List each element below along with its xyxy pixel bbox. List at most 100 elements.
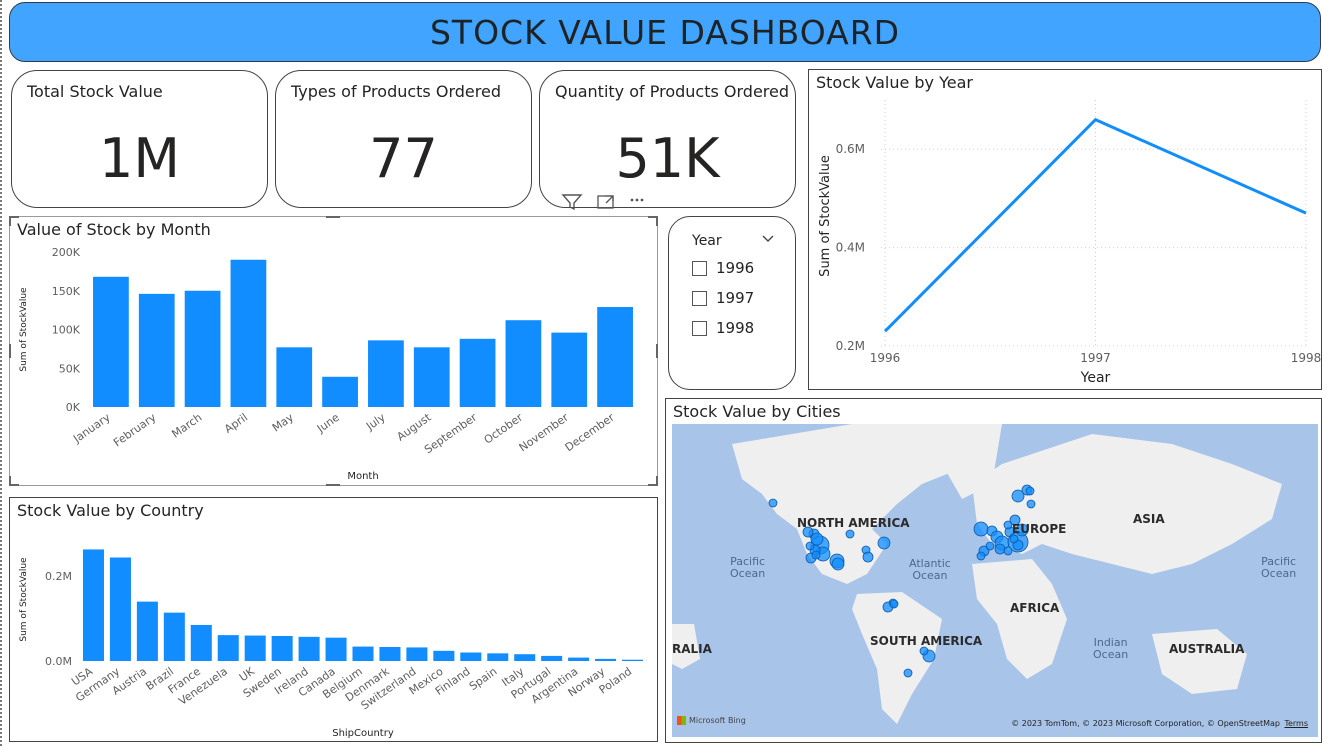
series-line: [883, 117, 1307, 333]
city-bubble-map[interactable]: NORTH AMERICA EUROPE ASIA AFRICA SOUTH A…: [672, 424, 1318, 737]
x-axis-title: Year: [1080, 370, 1111, 386]
x-tick-label: Spain: [467, 665, 500, 693]
y-tick-label: 0.6M: [836, 142, 865, 156]
card-value: 51K: [615, 127, 720, 190]
bar-venezuela: [217, 635, 239, 661]
bar-portugal: [541, 655, 563, 661]
bar-brazil: [163, 612, 185, 661]
card-total-stock-value[interactable]: Total Stock Value 1M: [11, 70, 268, 208]
city-bubble[interactable]: [845, 529, 855, 539]
bar-sweden: [271, 635, 293, 661]
map-label-australia-partial: RALIA: [672, 642, 712, 656]
checkbox[interactable]: [692, 260, 707, 276]
bar-france: [190, 624, 212, 661]
city-bubble[interactable]: [985, 541, 995, 551]
resize-handle[interactable]: [656, 476, 658, 486]
checkbox[interactable]: [692, 290, 707, 306]
card-types-of-products[interactable]: Types of Products Ordered 77: [275, 70, 532, 208]
bar-spain: [487, 653, 509, 661]
map-attribution: © 2023 TomTom, © 2023 Microsoft Corporat…: [1011, 719, 1280, 728]
card-label: Types of Products Ordered: [291, 82, 501, 101]
bar-january: [93, 276, 129, 407]
bar-usa: [82, 549, 104, 661]
card-label: Total Stock Value: [27, 82, 163, 101]
slicer-item-1996[interactable]: 1996: [692, 259, 754, 277]
map-label-atlantic: Atlantic Ocean: [909, 557, 951, 582]
map-label-pacific-east: Pacific Ocean: [1261, 555, 1297, 580]
resize-handle[interactable]: [326, 484, 340, 486]
city-bubble[interactable]: [889, 599, 899, 609]
panel-stock-by-year[interactable]: Stock Value by Year 0.2M 0.4M 0.6M 1996 1997…: [808, 69, 1322, 390]
bar-belgium: [352, 646, 374, 661]
resize-handle[interactable]: [9, 216, 11, 226]
world-map: [672, 424, 1282, 724]
slicer-item-label: 1998: [716, 319, 755, 337]
city-bubble[interactable]: [1026, 499, 1036, 509]
city-bubble[interactable]: [919, 646, 929, 656]
x-tick-label: July: [363, 411, 388, 434]
x-tick-label: March: [169, 411, 204, 441]
card-value: 1M: [99, 127, 180, 190]
resize-handle[interactable]: [656, 344, 658, 358]
bar-italy: [514, 654, 536, 661]
more-options-icon[interactable]: [630, 198, 644, 202]
bar-austria: [136, 601, 158, 661]
focus-mode-icon[interactable]: [597, 195, 614, 209]
city-bubble[interactable]: [1009, 534, 1019, 544]
bar-finland: [460, 652, 482, 661]
city-bubble[interactable]: [811, 550, 821, 560]
map-label-pacific: Pacific Ocean: [730, 555, 766, 580]
y-tick-label: 0.2M: [45, 570, 72, 583]
card-label: Quantity of Products Ordered: [555, 82, 790, 101]
y-tick-label: 100K: [52, 324, 81, 337]
x-axis-title: Month: [347, 471, 378, 482]
x-tick-label: May: [270, 411, 296, 435]
y-tick-label: 50K: [59, 362, 81, 375]
panel-stock-by-country[interactable]: Stock Value by Country 0.0M 0.2M USA German…: [9, 497, 658, 742]
x-tick-label: February: [111, 411, 159, 450]
x-tick-label: 1997: [1080, 351, 1111, 365]
map-terms-link[interactable]: Terms: [1284, 719, 1308, 728]
panel-stock-by-month[interactable]: Value of Stock by Month 0K 50K 100K 150K 200…: [9, 216, 658, 486]
bar-germany: [109, 557, 131, 661]
city-bubble[interactable]: [877, 536, 891, 550]
bar-april: [230, 259, 267, 407]
chevron-down-icon[interactable]: [761, 233, 775, 245]
map-label-europe: EUROPE: [1012, 522, 1067, 536]
y-axis-title: Sum of StockValue: [818, 155, 833, 277]
resize-handle[interactable]: [9, 344, 11, 358]
x-tick-label: June: [314, 411, 342, 436]
card-quantity-of-products[interactable]: Quantity of Products Ordered 51K: [539, 70, 796, 208]
checkbox[interactable]: [692, 320, 707, 336]
slicer-item-1998[interactable]: 1998: [692, 319, 754, 337]
x-tick-label: August: [394, 410, 434, 443]
map-label-asia: ASIA: [1133, 512, 1165, 526]
resize-handle[interactable]: [9, 476, 11, 486]
year-slicer[interactable]: Year 1996 1997 1998: [668, 216, 796, 390]
city-bubble[interactable]: [805, 541, 815, 551]
slicer-item-label: 1997: [716, 289, 755, 307]
bar-canada: [325, 637, 347, 661]
y-tick-label: 0.0M: [45, 655, 72, 668]
bar-june: [322, 376, 358, 407]
city-bubble[interactable]: [903, 668, 913, 678]
city-bubble[interactable]: [976, 551, 986, 561]
bar-poland: [622, 659, 644, 661]
resize-handle[interactable]: [656, 216, 658, 226]
card-value: 77: [369, 127, 438, 190]
city-bubble[interactable]: [994, 543, 1006, 555]
filter-icon[interactable]: [561, 194, 583, 211]
x-tick-label: September: [422, 411, 480, 457]
city-bubble[interactable]: [973, 521, 989, 537]
city-bubble[interactable]: [768, 498, 778, 508]
map-label-north-america: NORTH AMERICA: [797, 516, 910, 530]
city-bubble[interactable]: [1003, 546, 1013, 556]
bar-uk: [244, 635, 266, 661]
resize-handle[interactable]: [326, 216, 340, 218]
city-bubble[interactable]: [1025, 486, 1035, 496]
canvas-edge: [0, 0, 2, 747]
city-bubble[interactable]: [862, 551, 874, 563]
city-bubble[interactable]: [831, 557, 845, 571]
y-tick-label: 150K: [52, 285, 81, 298]
slicer-item-1997[interactable]: 1997: [692, 289, 754, 307]
